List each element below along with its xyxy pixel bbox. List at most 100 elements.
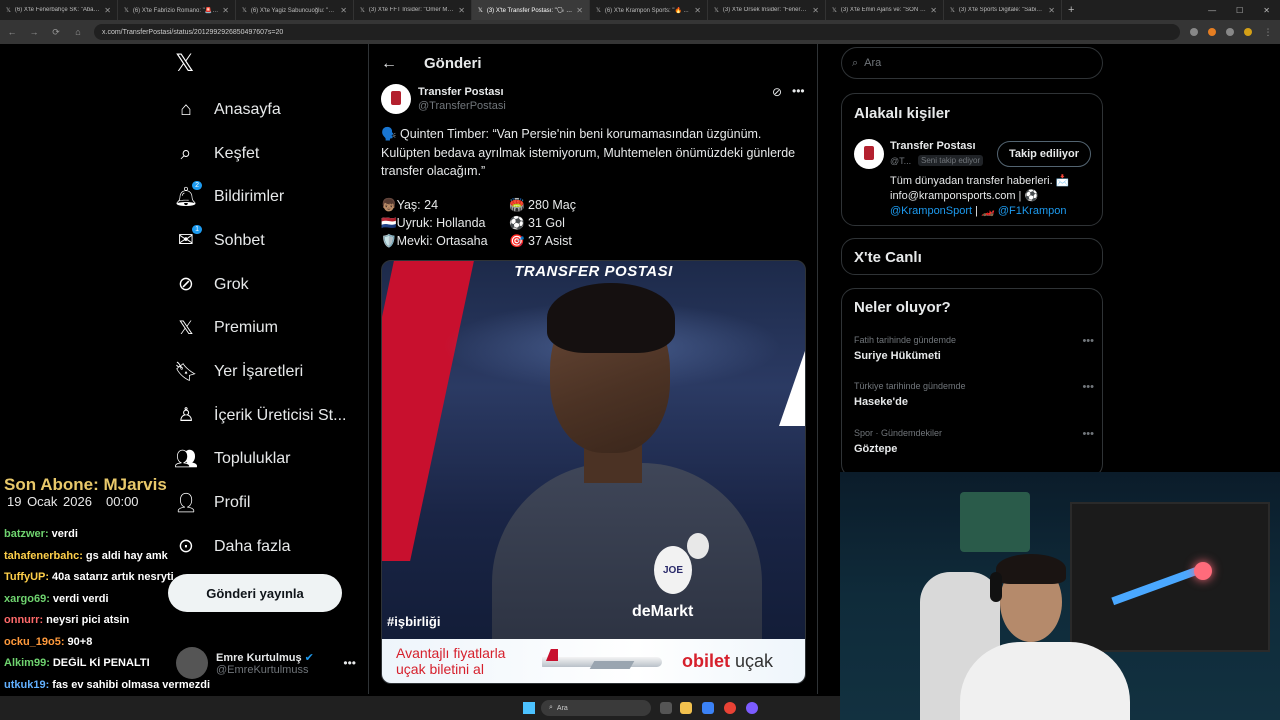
close-icon[interactable]: ✕ [104, 6, 111, 15]
stats-row: 👦🏽Yaş: 24 🏟️ 280 Maç [381, 198, 801, 216]
sidebar-item-communities[interactable]: 👥︎ Topluluklar [174, 438, 364, 482]
sidebar-item-x-premium[interactable]: 𝕏 Premium [174, 306, 364, 350]
trend-more-icon[interactable]: ••• [1082, 381, 1094, 393]
browser-tab[interactable]: 𝕏 (6) X'te Fenerbahçe SK: "Abayp... ✕ [0, 0, 118, 20]
sidebar-item-search[interactable]: ⌕ Keşfet [174, 132, 364, 176]
trend-item[interactable]: Spor · Gündemdekiler Göztepe ••• [854, 428, 1094, 466]
browser-tab[interactable]: 𝕏 (6) X'te Krampon Sports: "🔥 ... ✕ [590, 0, 708, 20]
chrome-icon[interactable] [724, 702, 736, 714]
trends-card: Neler oluyor? Fatih tarihinde gündemde S… [841, 288, 1103, 478]
bio-link[interactable]: @F1Krampon [998, 205, 1067, 217]
sleeve-sponsor: JOE [654, 546, 692, 594]
store-icon[interactable] [702, 702, 714, 714]
account-info: Emre Kurtulmuş ✔ @EmreKurtulmuss [216, 651, 314, 676]
creator-icon: ♙ [174, 404, 198, 428]
more-icon[interactable]: ••• [343, 656, 356, 670]
account-switcher[interactable]: Emre Kurtulmuş ✔ @EmreKurtulmuss ••• [176, 645, 356, 681]
extension-icon[interactable] [1226, 28, 1234, 36]
browser-tab-bar: 𝕏 (6) X'te Fenerbahçe SK: "Abayp... ✕ 𝕏 (6) … [0, 0, 1280, 20]
extension-icon[interactable] [1190, 28, 1198, 36]
sidebar-item-home[interactable]: ⌂ Anasayfa [174, 88, 364, 132]
chat-username: Alkim99: [4, 657, 50, 669]
live-on-x-card[interactable]: X'te Canlı [841, 238, 1103, 275]
x-premium-icon: 𝕏 [174, 316, 198, 340]
trend-more-icon[interactable]: ••• [1082, 428, 1094, 440]
nav-glyph: ♙ [177, 405, 195, 427]
taskbar-search[interactable]: ⌕ Ara [541, 700, 651, 716]
browser-tab[interactable]: 𝕏 (3) X'te Transfer Postası: "🗣 Q... ✕ [472, 0, 590, 20]
file-explorer-icon[interactable] [680, 702, 692, 714]
close-icon[interactable]: ✕ [222, 6, 229, 15]
task-view-icon[interactable] [660, 702, 672, 714]
menu-icon[interactable]: ⋮ [1262, 27, 1274, 38]
close-icon[interactable]: ✕ [812, 6, 819, 15]
post-author-name[interactable]: Transfer Postası [418, 86, 504, 98]
close-icon[interactable]: ✕ [694, 6, 701, 15]
browser-tab[interactable]: 𝕏 (6) X'te Fabrizio Romano: "🚨 🚨... ✕ [118, 0, 236, 20]
sidebar-item-label: Profil [214, 494, 251, 512]
trend-item[interactable]: Fatih tarihinde gündemde Suriye Hükümeti… [854, 335, 1094, 373]
browser-toolbar: ← → ⟳ ⌂ x.com/TransferPostasi/status/201… [0, 20, 1280, 44]
sidebar-item-creator[interactable]: ♙ İçerik Üreticisi St... [174, 394, 364, 438]
post-button[interactable]: Gönderi yayınla [168, 574, 342, 612]
forward-icon[interactable]: → [28, 27, 40, 37]
browser-tab[interactable]: 𝕏 (3) X'te Emin Ajans ve: "SON D... ✕ [826, 0, 944, 20]
home-browser-icon[interactable]: ⌂ [72, 27, 84, 37]
new-tab-icon[interactable]: + [1062, 4, 1080, 16]
minimize-icon[interactable]: — [1208, 6, 1216, 15]
discord-icon[interactable] [746, 702, 758, 714]
browser-tab[interactable]: 𝕏 (6) X'te Yagiz Sabuncuoğlu: "🚨... ✕ [236, 0, 354, 20]
sidebar-item-profile[interactable]: 👤︎ Profil [174, 481, 364, 525]
airplane-wing [589, 661, 635, 669]
post-author-avatar[interactable] [381, 84, 411, 114]
windows-start-icon[interactable] [523, 702, 535, 714]
grok-icon: ⊘ [174, 273, 198, 297]
reload-icon[interactable]: ⟳ [50, 27, 62, 38]
x-favicon-icon: 𝕏 [478, 7, 483, 14]
related-avatar[interactable] [854, 139, 884, 169]
close-icon[interactable]: ✕ [1048, 6, 1055, 15]
maximize-icon[interactable]: ☐ [1236, 6, 1243, 15]
grok-explain-icon[interactable]: ⊘ [772, 85, 782, 99]
close-icon[interactable]: ✕ [930, 6, 937, 15]
bio-link[interactable]: @KramponSport [890, 205, 972, 217]
back-arrow-icon[interactable]: ← [381, 55, 397, 73]
close-window-icon[interactable]: ✕ [1263, 6, 1270, 15]
post-image[interactable]: TRANSFER POSTASI deMarkt JOE #işbirliği … [381, 260, 806, 684]
browser-tab[interactable]: 𝕏 (3) X'te Sports Digitale: "Sabin... ✕ [944, 0, 1062, 20]
white-triangle-decoration [779, 351, 805, 426]
chat-username: batzwer: [4, 528, 49, 540]
browser-tab[interactable]: 𝕏 (3) X'te FFT İnsider: "Ömer Mur... ✕ [354, 0, 472, 20]
communities-icon: 👥︎ [174, 447, 198, 471]
ad-brand-sub: uçak [735, 651, 774, 671]
browser-tab[interactable]: 𝕏 (3) X'te Örsek Insider: "Fenerb... ✕ [708, 0, 826, 20]
sidebar-item-more-circle[interactable]: ⊙ Daha fazla [174, 525, 364, 569]
sidebar-item-mail[interactable]: ✉ 1 Sohbet [174, 219, 364, 263]
close-icon[interactable]: ✕ [576, 6, 583, 15]
related-name[interactable]: Transfer Postası [890, 140, 976, 152]
x-logo-icon[interactable]: 𝕏 [175, 52, 199, 76]
back-icon[interactable]: ← [6, 27, 18, 37]
close-icon[interactable]: ✕ [340, 6, 347, 15]
search-icon: ⌕ [174, 142, 198, 166]
account-name: Emre Kurtulmuş [216, 651, 302, 664]
sidebar-item-grok[interactable]: ⊘ Grok [174, 263, 364, 307]
url-text: x.com/TransferPostasi/status/20129929268… [102, 28, 284, 36]
last-subscriber-label: Son Abone: MJarvis [4, 475, 167, 494]
player-jersey [492, 463, 762, 663]
os-taskbar: ⌕ Ara [0, 696, 840, 720]
extension-icon[interactable] [1208, 28, 1216, 36]
address-bar[interactable]: x.com/TransferPostasi/status/20129929268… [94, 24, 1180, 40]
sidebar-item-bookmark[interactable]: 🔖︎ Yer İşaretleri [174, 350, 364, 394]
sidebar-item-bell[interactable]: 🔔︎ 2 Bildirimler [174, 175, 364, 219]
profile-avatar[interactable] [1244, 28, 1252, 36]
stat-position: 🛡️Mevki: Ortasaha [381, 234, 488, 248]
close-icon[interactable]: ✕ [458, 6, 465, 15]
search-input[interactable]: ⌕ Ara [841, 47, 1103, 79]
post-author-handle[interactable]: @TransferPostasi [418, 100, 506, 112]
following-button[interactable]: Takip ediliyor [997, 141, 1091, 167]
trend-item[interactable]: Türkiye tarihinde gündemde Haseke'de ••• [854, 381, 1094, 419]
ad-banner[interactable]: Avantajlı fiyatlarla uçak biletini al ob… [382, 639, 805, 683]
post-more-icon[interactable]: ••• [792, 84, 805, 98]
trend-more-icon[interactable]: ••• [1082, 335, 1094, 347]
